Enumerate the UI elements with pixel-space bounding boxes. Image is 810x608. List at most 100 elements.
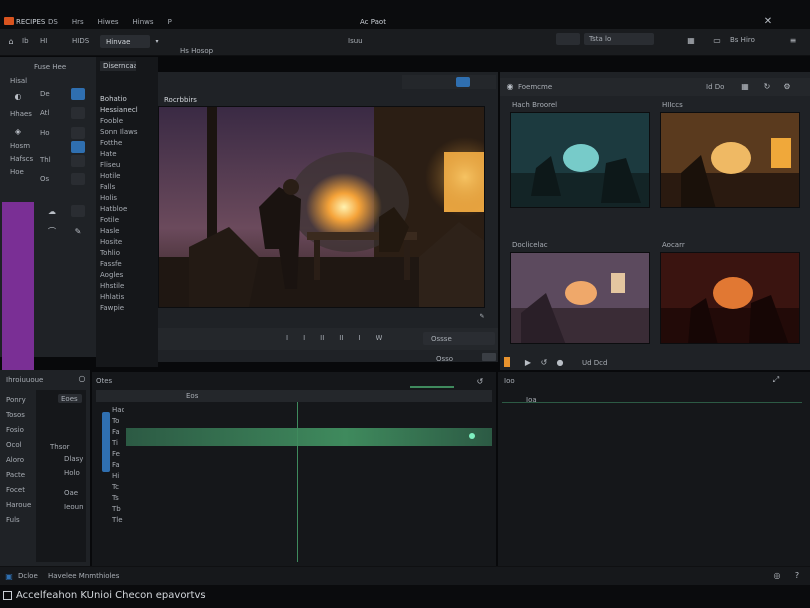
play-icon[interactable]: ▶ xyxy=(524,358,532,367)
tree-item[interactable]: Fooble xyxy=(100,117,154,125)
track-name[interactable]: Fe xyxy=(96,450,124,461)
menu-icon[interactable]: ≡ xyxy=(788,35,798,45)
title-menu-item[interactable]: Hiwes xyxy=(98,18,119,26)
eraser-tool-icon[interactable] xyxy=(71,155,85,167)
viewer-action-button[interactable]: Ossse xyxy=(423,332,495,345)
grid-tool-icon[interactable] xyxy=(71,205,85,217)
sidebar-item[interactable]: Hafscs xyxy=(10,155,33,163)
select-tool-icon[interactable] xyxy=(71,88,85,100)
audio-clip[interactable] xyxy=(126,428,492,446)
property-input[interactable]: Eoes xyxy=(58,394,82,403)
brush-tool-icon[interactable] xyxy=(71,141,85,153)
grid-view-icon[interactable]: ▦ xyxy=(740,81,750,91)
brush-icon[interactable]: ◐ xyxy=(12,90,24,102)
tree-item[interactable]: Fotile xyxy=(100,216,154,224)
transport-button[interactable]: II xyxy=(339,334,343,342)
tree-item[interactable]: Sonn Ilaws xyxy=(100,128,154,136)
tree-item[interactable]: Aogles xyxy=(100,271,154,279)
zoom-slider[interactable] xyxy=(482,353,496,361)
crop-tool-icon[interactable] xyxy=(71,127,85,139)
zoom-icon[interactable]: ↺ xyxy=(476,377,484,386)
tree-item[interactable]: Fawpie xyxy=(100,304,154,312)
tree-item[interactable]: Holis xyxy=(100,194,154,202)
tree-item[interactable]: Hessianecl xyxy=(100,106,154,114)
playhead-range[interactable] xyxy=(410,386,454,388)
tree-item[interactable]: Falls xyxy=(100,183,154,191)
color-swatch-panel[interactable] xyxy=(2,202,34,374)
transport-button[interactable]: I xyxy=(303,334,305,342)
toolbar-item[interactable]: HI xyxy=(40,37,47,45)
tree-item[interactable]: Fliseu xyxy=(100,161,154,169)
track-name[interactable]: Tc xyxy=(96,483,124,494)
tree-item[interactable]: Hotile xyxy=(100,172,154,180)
text-tool-icon[interactable] xyxy=(71,173,85,185)
home-icon[interactable]: ⌂ xyxy=(6,36,16,46)
title-menu-item[interactable]: P xyxy=(168,18,172,26)
loop-icon[interactable]: ↺ xyxy=(540,358,548,367)
track-name[interactable]: Hao xyxy=(96,406,124,417)
tree-item[interactable]: Tohlio xyxy=(100,249,154,257)
gallery-thumb[interactable] xyxy=(660,252,800,344)
resize-handle-icon[interactable]: ✎ xyxy=(478,312,486,320)
gallery-thumb[interactable] xyxy=(510,112,650,208)
title-menu-item[interactable]: Hinws xyxy=(133,18,154,26)
track-name[interactable]: Tb xyxy=(96,505,124,516)
gallery-thumb[interactable] xyxy=(510,252,650,344)
sidebar-item[interactable]: Hosm xyxy=(10,142,30,150)
layers-icon[interactable]: ◈ xyxy=(12,125,24,137)
sidebar-item[interactable]: Hhaes xyxy=(10,110,32,118)
tree-item[interactable]: Hosite xyxy=(100,238,154,246)
transport-button[interactable]: I xyxy=(286,334,288,342)
tab-active[interactable]: Hinvae xyxy=(100,35,150,48)
tree-item[interactable]: Hhstile xyxy=(100,282,154,290)
expand-icon[interactable]: ⤢ xyxy=(772,375,780,384)
toolbar-item[interactable]: Ib xyxy=(22,37,29,45)
chevron-down-icon[interactable]: ▾ xyxy=(152,36,162,46)
keyframe-marker[interactable] xyxy=(469,433,475,439)
tab-hids[interactable]: HIDS xyxy=(72,37,89,45)
tree-item[interactable]: Fotthe xyxy=(100,139,154,147)
transport-button[interactable]: I xyxy=(358,334,360,342)
workspace-dropdown[interactable]: Tsta lo xyxy=(584,33,654,45)
track-name[interactable]: Ti xyxy=(96,439,124,450)
tree-item[interactable]: Hatbloe xyxy=(100,205,154,213)
track-name[interactable]: Ts xyxy=(96,494,124,505)
gallery-thumb[interactable] xyxy=(660,112,800,208)
tree-item[interactable]: Hasle xyxy=(100,227,154,235)
cloud-icon[interactable]: ☁ xyxy=(44,205,60,217)
title-menu-item[interactable]: Hrs xyxy=(72,18,84,26)
viewer-bottom-button[interactable]: Osso xyxy=(436,355,453,363)
tree-item[interactable]: Fassfe xyxy=(100,260,154,268)
track-name[interactable]: To xyxy=(96,417,124,428)
view-toggle-button[interactable] xyxy=(556,33,580,45)
tree-item[interactable]: Hhlatis xyxy=(100,293,154,301)
track-name[interactable]: Fa xyxy=(96,428,124,439)
viewer-mode-button[interactable] xyxy=(456,77,470,87)
close-icon[interactable]: ✕ xyxy=(762,15,774,27)
title-menu-item[interactable]: DS xyxy=(48,18,58,26)
browser-tab[interactable]: Diserncaa xyxy=(100,61,136,71)
timeline-ruler[interactable] xyxy=(96,390,492,402)
pen-tool-icon[interactable]: ✎ xyxy=(71,225,85,237)
track-name[interactable]: Fa xyxy=(96,461,124,472)
viewer-image[interactable] xyxy=(158,106,485,308)
sidebar-item[interactable]: Hoe xyxy=(10,168,24,176)
stop-icon[interactable]: ● xyxy=(556,358,564,367)
collapse-icon[interactable]: ○ xyxy=(78,374,86,383)
layout-icon[interactable]: ▭ xyxy=(712,35,722,45)
move-tool-icon[interactable] xyxy=(71,107,85,119)
track-name[interactable]: Hi xyxy=(96,472,124,483)
refresh-icon[interactable]: ↻ xyxy=(762,81,772,91)
sidebar-item[interactable]: Hisal xyxy=(10,77,27,85)
help-icon[interactable]: ? xyxy=(792,570,802,580)
grid-icon[interactable]: ▦ xyxy=(686,35,696,45)
track-name[interactable]: Tle xyxy=(96,516,124,527)
notification-icon[interactable]: ◎ xyxy=(772,570,782,580)
settings-icon[interactable]: ⚙ xyxy=(782,81,792,91)
playhead[interactable] xyxy=(297,402,298,562)
transport-button[interactable]: II xyxy=(320,334,324,342)
track-selection[interactable] xyxy=(102,412,110,472)
shape-icon[interactable]: ⌒ xyxy=(44,225,60,237)
transport-button[interactable]: W xyxy=(376,334,383,342)
tree-item[interactable]: Hate xyxy=(100,150,154,158)
